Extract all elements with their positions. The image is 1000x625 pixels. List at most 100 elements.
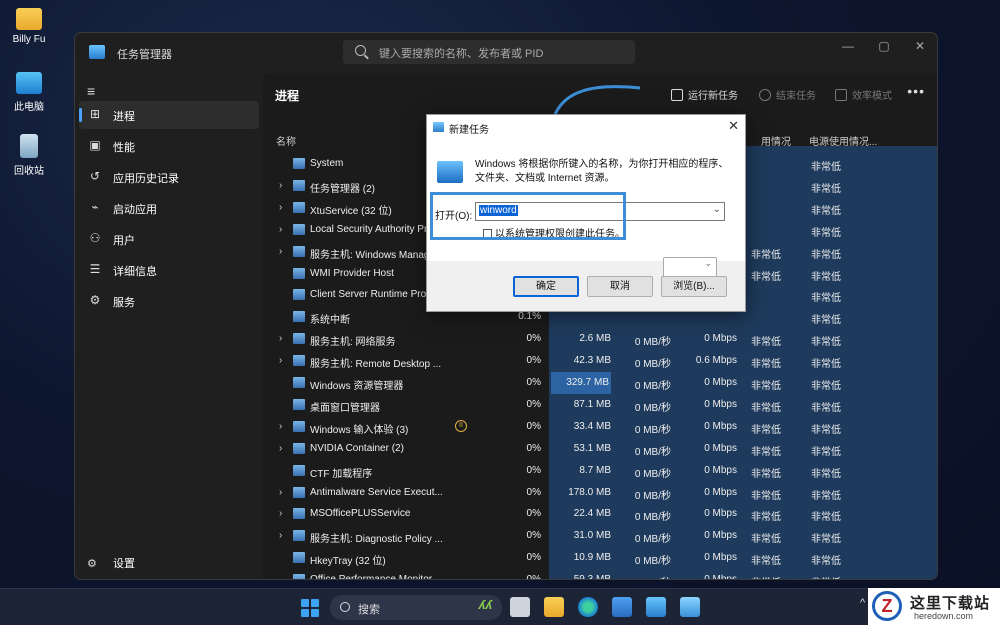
table-row[interactable]: HkeyTray (32 位) 0% 10.9 MB 0 MB/秒 0 Mbps 非常低 非…	[263, 547, 937, 569]
cancel-button[interactable]: 取消	[587, 276, 653, 297]
gpu-usage-value: 非常低	[751, 402, 781, 414]
disk-value: 0 MB/秒	[634, 446, 671, 458]
memory-value: 53.1 MB	[573, 442, 611, 454]
process-icon	[293, 420, 305, 432]
task-view-icon[interactable]	[510, 597, 530, 617]
sidebar-item-5[interactable]: ☰ 详细信息	[79, 256, 259, 284]
power-usage-value: 非常低	[811, 490, 841, 502]
table-row[interactable]: › Antimalware Service Execut... 0% 178.0 MB…	[263, 482, 937, 504]
end-task-button[interactable]: 结束任务	[759, 87, 816, 102]
task-manager-taskbar-icon[interactable]	[646, 597, 666, 617]
disk-value: 0 MB/秒	[634, 402, 671, 414]
chevron-up-icon[interactable]: ^	[860, 597, 865, 609]
table-row[interactable]: › 服务主机: Diagnostic Policy ... 0% 31.0 MB 0 M…	[263, 525, 937, 547]
table-row[interactable]: Office Performance Monitor 0% 59.3 MB0 MB/…	[263, 569, 937, 580]
sidebar-item-label: 服务	[113, 297, 135, 309]
expand-chevron-icon[interactable]: ›	[279, 355, 282, 366]
efficiency-icon	[835, 89, 847, 101]
expand-chevron-icon[interactable]: ›	[279, 202, 282, 213]
process-name: Antimalware Service Execut...	[310, 486, 443, 498]
details-icon: ☰	[89, 262, 101, 276]
sidebar-item-6[interactable]: ⚙ 服务	[79, 287, 259, 315]
power-usage-value: 非常低	[811, 534, 841, 546]
store-icon[interactable]	[612, 597, 632, 617]
table-row[interactable]: › 服务主机: Remote Desktop ... 0% 42.3 MB 0 MB/秒…	[263, 350, 937, 372]
expand-chevron-icon[interactable]: ›	[279, 421, 282, 432]
run-new-task-button[interactable]: 运行新任务	[671, 87, 738, 102]
disk-value: 0 MB/秒	[634, 381, 671, 392]
process-icon	[293, 552, 305, 564]
table-row[interactable]: › Windows 输入体验 (3) II 0% 33.4 MB 0 MB/秒 0 Mbps…	[263, 416, 937, 438]
gpu-usage-value: 非常低	[751, 490, 781, 502]
expand-chevron-icon[interactable]: ›	[279, 508, 282, 519]
cpu-value: 0%	[526, 442, 541, 454]
table-row[interactable]: CTF 加载程序 0% 8.7 MB 0 MB/秒 0 Mbps 非常低 非常低	[263, 460, 937, 482]
services-icon: ⚙	[89, 293, 101, 307]
search-box[interactable]: 键入要搜索的名称、发布者或 PID	[343, 40, 635, 64]
sidebar-item-1[interactable]: ▣ 性能	[79, 132, 259, 160]
cpu-value: 0%	[526, 420, 541, 432]
network-value: 0 Mbps	[704, 420, 737, 432]
run-taskbar-icon[interactable]	[680, 597, 700, 617]
sidebar-item-3[interactable]: ⌁ 启动应用	[79, 194, 259, 222]
memory-value: 8.7 MB	[579, 464, 611, 476]
edge-browser-icon[interactable]	[578, 597, 598, 617]
column-header-name[interactable]: 名称	[276, 133, 296, 148]
power-usage-value: 非常低	[811, 183, 841, 195]
maximize-button[interactable]: ▢	[869, 39, 899, 53]
table-row[interactable]: › NVIDIA Container (2) 0% 53.1 MB 0 MB/秒 0 Mb…	[263, 438, 937, 460]
dialog-close-button[interactable]: ✕	[728, 118, 739, 134]
gpu-usage-value: 非常低	[751, 574, 781, 579]
dialog-title: 新建任务	[449, 125, 489, 136]
sidebar-item-label: 性能	[113, 142, 135, 154]
close-button[interactable]: ✕	[905, 39, 935, 53]
expand-chevron-icon[interactable]: ›	[279, 224, 282, 235]
sidebar-item-settings[interactable]: ⚙ 设置	[87, 555, 135, 571]
table-row[interactable]: 桌面窗口管理器 0% 87.1 MB 0 MB/秒 0 Mbps 非常低 非常低	[263, 394, 937, 416]
sidebar: ≡ ⊞ 进程 ▣ 性能 ↺ 应用历史记录 ⌁ 启动应用 ⚇ 用户 ☰ 详细信息 ⚙ 服务 ⚙ 设置	[75, 73, 263, 579]
start-button[interactable]	[301, 599, 319, 617]
sidebar-item-0[interactable]: ⊞ 进程	[79, 101, 259, 129]
chevron-down-icon[interactable]: ⌄	[713, 204, 721, 215]
browse-button[interactable]: 浏览(B)...	[661, 276, 727, 297]
table-row[interactable]: › MSOfficePLUSService 0% 22.4 MB 0 MB/秒 0 Mbp…	[263, 503, 937, 525]
power-usage-value: 非常低	[811, 337, 841, 349]
cpu-value: 0%	[526, 574, 541, 580]
desktop-icon-user-folder[interactable]: Billy Fu	[8, 8, 50, 45]
memory-value: 22.4 MB	[573, 508, 611, 520]
file-explorer-icon[interactable]	[544, 597, 564, 617]
process-icon	[293, 574, 305, 579]
efficiency-mode-button[interactable]: 效率模式	[835, 87, 892, 102]
disk-value: 0 MB/秒	[634, 424, 671, 436]
process-name: HkeyTray (32 位)	[310, 556, 386, 568]
expand-chevron-icon[interactable]: ›	[279, 487, 282, 498]
sidebar-item-2[interactable]: ↺ 应用历史记录	[79, 163, 259, 191]
search-icon	[355, 45, 366, 56]
desktop-icon-recycle-bin[interactable]: 回收站	[8, 134, 50, 177]
sidebar-item-label: 进程	[113, 111, 135, 123]
expand-chevron-icon[interactable]: ›	[279, 333, 282, 344]
process-icon	[293, 267, 305, 279]
process-name: Office Performance Monitor	[310, 574, 433, 580]
table-row[interactable]: › 服务主机: 网络服务 0% 2.6 MB 0 MB/秒 0 Mbps 非常低 非常低	[263, 328, 937, 350]
network-value: 0 Mbps	[704, 398, 737, 410]
more-options-button[interactable]: •••	[907, 83, 925, 99]
ok-button[interactable]: 确定	[513, 276, 579, 297]
taskbar-search[interactable]: 搜索 ʎʎ	[330, 595, 502, 620]
desktop-icon-this-pc[interactable]: 此电脑	[8, 72, 50, 113]
memory-value: 178.0 MB	[568, 486, 611, 498]
gpu-usage-value: 非常低	[751, 381, 781, 392]
cpu-value: 0%	[526, 508, 541, 520]
network-value: 0 Mbps	[704, 464, 737, 476]
process-icon	[293, 201, 305, 213]
expand-chevron-icon[interactable]: ›	[279, 246, 282, 257]
expand-chevron-icon[interactable]: ›	[279, 180, 282, 191]
expand-chevron-icon[interactable]: ›	[279, 530, 282, 541]
menu-icon[interactable]: ≡	[87, 83, 95, 99]
minimize-button[interactable]: —	[833, 39, 863, 53]
sidebar-item-4[interactable]: ⚇ 用户	[79, 225, 259, 253]
expand-chevron-icon[interactable]: ›	[279, 443, 282, 454]
table-row[interactable]: Windows 资源管理器 0% 329.7 MB 0 MB/秒 0 Mbps 非常低 非常…	[263, 372, 937, 394]
power-usage-value: 非常低	[811, 424, 841, 436]
process-name: MSOfficePLUSService	[310, 508, 411, 520]
